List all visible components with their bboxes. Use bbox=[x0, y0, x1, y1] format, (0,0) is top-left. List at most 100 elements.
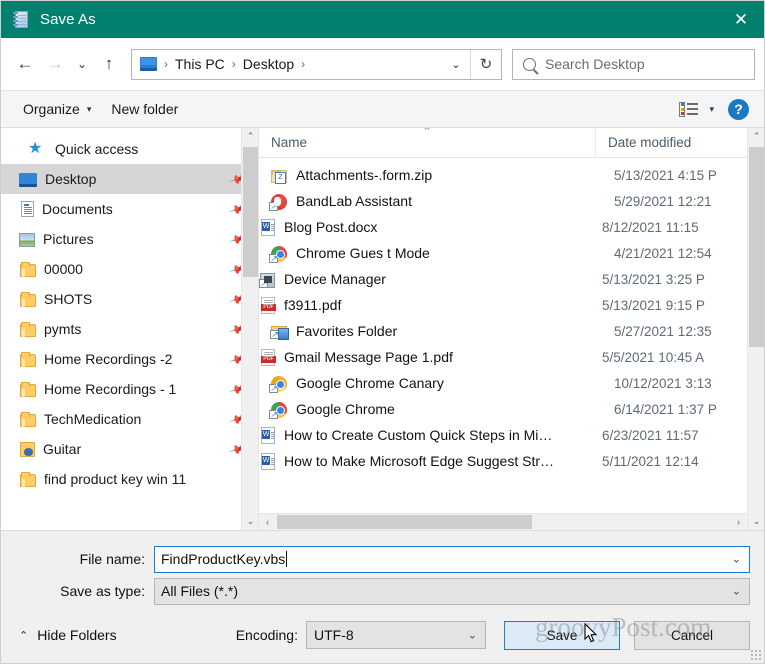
cancel-button[interactable]: Cancel bbox=[634, 621, 750, 650]
breadcrumb-item-this-pc[interactable]: This PC bbox=[175, 56, 225, 72]
scroll-right-icon[interactable]: › bbox=[730, 514, 747, 530]
breadcrumb[interactable]: › This PC › Desktop › bbox=[132, 56, 442, 72]
chevron-down-icon[interactable]: ⌄ bbox=[732, 585, 741, 598]
file-date: 4/21/2021 12:54 bbox=[614, 246, 712, 261]
chevron-down-icon[interactable]: ⌄ bbox=[468, 629, 477, 642]
file-name: Google Chrome bbox=[296, 401, 614, 417]
sidebar-item-shots[interactable]: SHOTS 📌 bbox=[1, 284, 258, 314]
sidebar-item-label: SHOTS bbox=[44, 291, 92, 307]
refresh-icon[interactable]: ↻ bbox=[470, 50, 501, 79]
scroll-down-icon[interactable]: ⌄ bbox=[748, 513, 764, 530]
table-row[interactable]: Attachments-.form.zip 5/13/2021 4:15 P bbox=[259, 162, 747, 188]
breadcrumb-separator: › bbox=[232, 57, 236, 71]
folder-icon bbox=[20, 414, 36, 427]
dialog-footer: ⌃ Hide Folders Encoding: UTF-8 ⌄ Save Ca… bbox=[1, 607, 764, 663]
save-as-type-select[interactable]: All Files (*.*) ⌄ bbox=[154, 578, 750, 605]
column-header-date-modified[interactable]: Date modified bbox=[596, 128, 764, 158]
table-row[interactable]: Gmail Message Page 1.pdf 5/5/2021 10:45 … bbox=[259, 344, 747, 370]
save-button[interactable]: Save bbox=[504, 621, 620, 650]
scroll-down-icon[interactable]: ⌄ bbox=[242, 513, 259, 530]
file-name: Gmail Message Page 1.pdf bbox=[284, 349, 602, 365]
table-row[interactable]: Google Chrome 6/14/2021 1:37 P bbox=[259, 396, 747, 422]
sidebar-item-label: pymts bbox=[44, 321, 81, 337]
scroll-up-icon[interactable]: ⌃ bbox=[242, 128, 259, 145]
bandlab-shortcut-icon bbox=[271, 194, 287, 210]
search-box[interactable] bbox=[512, 49, 755, 80]
table-row[interactable]: Google Chrome Canary 10/12/2021 3:13 bbox=[259, 370, 747, 396]
file-name: BandLab Assistant bbox=[296, 193, 614, 209]
scrollbar-thumb[interactable] bbox=[749, 147, 764, 347]
favorites-folder-shortcut-icon bbox=[271, 326, 287, 339]
encoding-label: Encoding: bbox=[236, 627, 298, 643]
forward-button: → bbox=[40, 49, 70, 79]
address-bar[interactable]: › This PC › Desktop › ⌄ ↻ bbox=[131, 49, 502, 80]
table-row[interactable]: How to Create Custom Quick Steps in Mi… … bbox=[259, 422, 747, 448]
file-list-horizontal-scrollbar[interactable]: ‹ › bbox=[259, 513, 747, 530]
recent-locations-button[interactable]: ⌄ bbox=[70, 49, 94, 79]
file-list-vertical-scrollbar[interactable]: ⌃ ⌄ bbox=[747, 128, 764, 530]
sidebar-item-desktop[interactable]: Desktop 📌 bbox=[1, 164, 258, 194]
new-folder-label: New folder bbox=[111, 101, 178, 117]
sidebar-item-pymts[interactable]: pymts 📌 bbox=[1, 314, 258, 344]
sidebar-item-label: Documents bbox=[42, 201, 113, 217]
scrollbar-thumb[interactable] bbox=[277, 515, 532, 529]
table-row[interactable]: f3911.pdf 5/13/2021 9:15 P bbox=[259, 292, 747, 318]
organize-button[interactable]: Organize ▾ bbox=[13, 97, 101, 121]
close-icon[interactable]: ✕ bbox=[718, 1, 764, 38]
chevron-down-icon[interactable]: ⌄ bbox=[442, 50, 470, 79]
file-name-row: File name: FindProductKey.vbs ⌄ bbox=[1, 543, 764, 575]
breadcrumb-item-desktop[interactable]: Desktop bbox=[243, 56, 294, 72]
back-button[interactable]: ← bbox=[10, 49, 40, 79]
save-form: File name: FindProductKey.vbs ⌄ Save as … bbox=[1, 530, 764, 607]
up-button[interactable]: ↑ bbox=[94, 49, 124, 79]
table-row[interactable]: Chrome Gues t Mode 4/21/2021 12:54 bbox=[259, 240, 747, 266]
zip-folder-icon bbox=[271, 170, 287, 183]
pdf-icon bbox=[261, 349, 275, 366]
sidebar-item-documents[interactable]: Documents 📌 bbox=[1, 194, 258, 224]
hide-folders-button[interactable]: ⌃ Hide Folders bbox=[19, 627, 117, 643]
encoding-select[interactable]: UTF-8 ⌄ bbox=[306, 621, 486, 649]
folder-icon bbox=[20, 324, 36, 337]
chevron-down-icon[interactable]: ⌄ bbox=[732, 553, 741, 566]
sidebar-item-label: Home Recordings - 1 bbox=[44, 381, 176, 397]
scroll-left-icon[interactable]: ‹ bbox=[259, 514, 276, 530]
file-name: Favorites Folder bbox=[296, 323, 614, 339]
scroll-up-icon[interactable]: ⌃ bbox=[748, 128, 764, 145]
breadcrumb-separator[interactable]: › bbox=[301, 57, 305, 71]
file-name-input[interactable]: FindProductKey.vbs ⌄ bbox=[154, 546, 750, 573]
chrome-shortcut-icon bbox=[271, 402, 287, 418]
file-name: Google Chrome Canary bbox=[296, 375, 614, 391]
column-header-name[interactable]: ⌃ Name bbox=[259, 128, 596, 158]
file-name: How to Make Microsoft Edge Suggest Str… bbox=[284, 453, 602, 469]
sidebar-item-home-recordings-1[interactable]: Home Recordings - 1 📌 bbox=[1, 374, 258, 404]
sidebar-item-pictures[interactable]: Pictures 📌 bbox=[1, 224, 258, 254]
navigation-pane: Quick access Desktop 📌 Documents 📌 Pictu… bbox=[1, 128, 259, 530]
view-options-chevron-down-icon[interactable]: ▾ bbox=[709, 104, 714, 115]
search-input[interactable] bbox=[545, 56, 735, 72]
sidebar-item-label: find product key win 11 bbox=[44, 471, 186, 487]
sidebar-item-guitar[interactable]: Guitar 📌 bbox=[1, 434, 258, 464]
sidebar-item-find-product-key-win-11[interactable]: find product key win 11 bbox=[1, 464, 258, 494]
save-as-type-label: Save as type: bbox=[1, 583, 154, 599]
new-folder-button[interactable]: New folder bbox=[101, 97, 188, 121]
table-row[interactable]: Blog Post.docx 8/12/2021 11:15 bbox=[259, 214, 747, 240]
resize-grip[interactable] bbox=[750, 649, 761, 660]
scrollbar-thumb[interactable] bbox=[243, 147, 258, 277]
sidebar-item-label: Desktop bbox=[45, 171, 96, 187]
file-list: Attachments-.form.zip 5/13/2021 4:15 P B… bbox=[259, 158, 764, 530]
table-row[interactable]: Favorites Folder 5/27/2021 12:35 bbox=[259, 318, 747, 344]
table-row[interactable]: BandLab Assistant 5/29/2021 12:21 bbox=[259, 188, 747, 214]
monitor-icon bbox=[19, 173, 37, 187]
sidebar-group-quick-access[interactable]: Quick access bbox=[1, 134, 258, 164]
table-row[interactable]: How to Make Microsoft Edge Suggest Str… … bbox=[259, 448, 747, 474]
sidebar-item-00000[interactable]: 00000 📌 bbox=[1, 254, 258, 284]
navigation-pane-scrollbar[interactable]: ⌃ ⌄ bbox=[241, 128, 258, 530]
folder-icon bbox=[20, 384, 36, 397]
folder-icon bbox=[20, 294, 36, 307]
table-row[interactable]: Device Manager 5/13/2021 3:25 P bbox=[259, 266, 747, 292]
change-view-icon[interactable] bbox=[679, 102, 698, 117]
chevron-up-icon: ⌃ bbox=[19, 629, 28, 642]
sidebar-item-home-recordings-2[interactable]: Home Recordings -2 📌 bbox=[1, 344, 258, 374]
sidebar-item-techmedication[interactable]: TechMedication 📌 bbox=[1, 404, 258, 434]
help-icon[interactable]: ? bbox=[728, 99, 749, 120]
